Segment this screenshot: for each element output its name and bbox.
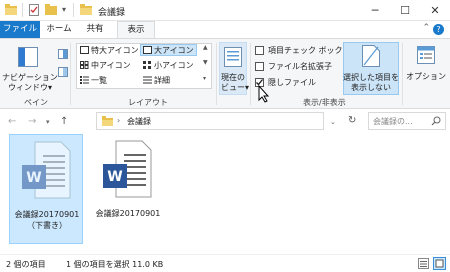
- word-document-icon: W: [100, 140, 152, 200]
- folder-title-icon: [80, 4, 92, 17]
- status-bar: 2 個の項目 1 個の項目を選択 11.0 KB: [0, 254, 450, 272]
- path-separator-icon: ›: [117, 116, 121, 125]
- file-name-line1: 会議録20170901: [14, 210, 80, 219]
- navigation-pane-icon: [18, 47, 38, 69]
- options-label: オプション: [406, 72, 446, 81]
- gallery-scroll-down-icon[interactable]: ▼: [203, 59, 208, 66]
- gallery-more-icon[interactable]: ▾: [203, 75, 206, 82]
- layout-medium[interactable]: 中アイコン: [91, 60, 131, 71]
- layout-small[interactable]: 小アイコン: [154, 60, 194, 71]
- navigation-pane-button[interactable]: ナビゲーション ウィンドウ▾: [2, 41, 58, 96]
- show-hide-group-label: 表示/非表示: [303, 98, 346, 107]
- divider: [402, 43, 403, 105]
- medium-icons-icon: [80, 61, 89, 71]
- tab-share[interactable]: 共有: [80, 21, 110, 38]
- hidden-files-label[interactable]: 隠しファイル: [268, 77, 316, 88]
- item-count: 2 個の項目: [6, 260, 46, 269]
- minimize-icon: ─: [371, 4, 379, 17]
- options-button[interactable]: オプション: [404, 42, 448, 95]
- file-name-line1: 会議録20170901: [95, 209, 161, 218]
- pane-group-label: ペイン: [24, 98, 48, 107]
- svg-text:W: W: [26, 170, 41, 186]
- extensions-label[interactable]: ファイル名拡張子: [268, 61, 332, 72]
- layout-extra-large[interactable]: 特大アイコン: [91, 45, 139, 56]
- search-placeholder: 会議録の...: [373, 117, 413, 126]
- item-checkbox-toggle[interactable]: [255, 46, 264, 55]
- help-icon[interactable]: ?: [433, 24, 444, 35]
- mouse-cursor-icon: [258, 84, 270, 105]
- collapse-ribbon-icon[interactable]: ⌃: [422, 23, 430, 33]
- maximize-icon: ☐: [400, 4, 410, 17]
- svg-text:W: W: [107, 169, 122, 185]
- maximize-button[interactable]: ☐: [390, 0, 420, 21]
- file-list: W 会議録20170901 （下書き） W 会議録20170901: [0, 134, 450, 254]
- search-box[interactable]: 会議録の...: [368, 112, 446, 130]
- details-pane-icon[interactable]: [58, 67, 68, 79]
- address-history-icon[interactable]: ⌄: [330, 118, 336, 126]
- minimize-button[interactable]: ─: [360, 0, 390, 21]
- title-bar: ▾ 会議録 ─ ☐ ✕: [0, 0, 450, 21]
- hide-selected-icon: [362, 45, 380, 69]
- list-icon: [80, 76, 89, 86]
- close-button[interactable]: ✕: [420, 0, 450, 21]
- selection-info: 1 個の項目を選択 11.0 KB: [66, 260, 164, 269]
- quick-access-dropdown-icon[interactable]: ▾: [62, 5, 66, 14]
- up-arrow-icon[interactable]: ↑: [60, 116, 68, 127]
- current-view-label-2: ビュー▾: [221, 83, 250, 92]
- gallery-scroll-up-icon[interactable]: ▲: [203, 44, 208, 51]
- divider: [250, 43, 251, 105]
- back-arrow-icon[interactable]: ←: [8, 116, 16, 127]
- current-view-icon: [224, 47, 242, 69]
- hide-selected-label-2: 表示しない: [351, 83, 391, 92]
- preview-pane-icon[interactable]: [58, 49, 68, 61]
- ribbon: ナビゲーション ウィンドウ▾ ペイン 特大アイコン 大アイコン 中アイコン 小ア…: [0, 38, 450, 109]
- tab-view[interactable]: 表示: [117, 21, 155, 38]
- layout-group-label: レイアウト: [128, 98, 168, 107]
- divider: [70, 43, 71, 105]
- options-icon: [417, 46, 435, 66]
- file-name-line2: （下書き）: [27, 221, 67, 230]
- extra-large-icons-icon: [80, 46, 89, 56]
- word-document-draft-icon: W: [19, 141, 71, 201]
- address-path: 会議録: [127, 117, 151, 126]
- properties-icon[interactable]: [29, 4, 40, 18]
- layout-list[interactable]: 一覧: [91, 75, 107, 86]
- search-icon: [431, 116, 441, 128]
- file-item-final[interactable]: W 会議録20170901: [91, 134, 165, 244]
- layout-details[interactable]: 詳細: [154, 75, 170, 86]
- ribbon-tabs: ファイル ホーム 共有 表示: [0, 21, 450, 38]
- details-view-icon[interactable]: [418, 258, 429, 271]
- folder-app-icon: [5, 4, 17, 17]
- address-bar: ← → ▾ ↑ › 会議録 ⌄ ↻ 会議録の...: [0, 109, 450, 134]
- address-box[interactable]: › 会議録: [96, 112, 324, 130]
- large-icons-icon: [143, 46, 152, 56]
- tab-file[interactable]: ファイル: [0, 21, 40, 38]
- large-icons-view-icon[interactable]: [433, 257, 446, 272]
- tab-home[interactable]: ホーム: [42, 21, 76, 38]
- folder-path-icon: [102, 116, 113, 128]
- extensions-checkbox[interactable]: [255, 62, 264, 71]
- recent-dropdown-icon[interactable]: ▾: [46, 118, 50, 126]
- forward-arrow-icon[interactable]: →: [28, 116, 36, 127]
- close-icon: ✕: [430, 4, 440, 17]
- item-checkbox-label[interactable]: 項目チェック ボックス: [268, 45, 350, 56]
- file-item-draft[interactable]: W 会議録20170901 （下書き）: [9, 134, 83, 244]
- new-folder-icon[interactable]: [45, 4, 57, 17]
- layout-large[interactable]: 大アイコン: [154, 45, 194, 56]
- small-icons-icon: [143, 61, 152, 71]
- details-icon: [143, 76, 152, 86]
- window-title: 会議録: [98, 8, 126, 18]
- refresh-icon[interactable]: ↻: [348, 115, 356, 126]
- nav-pane-label-2: ウィンドウ▾: [8, 83, 53, 92]
- divider: [216, 43, 217, 105]
